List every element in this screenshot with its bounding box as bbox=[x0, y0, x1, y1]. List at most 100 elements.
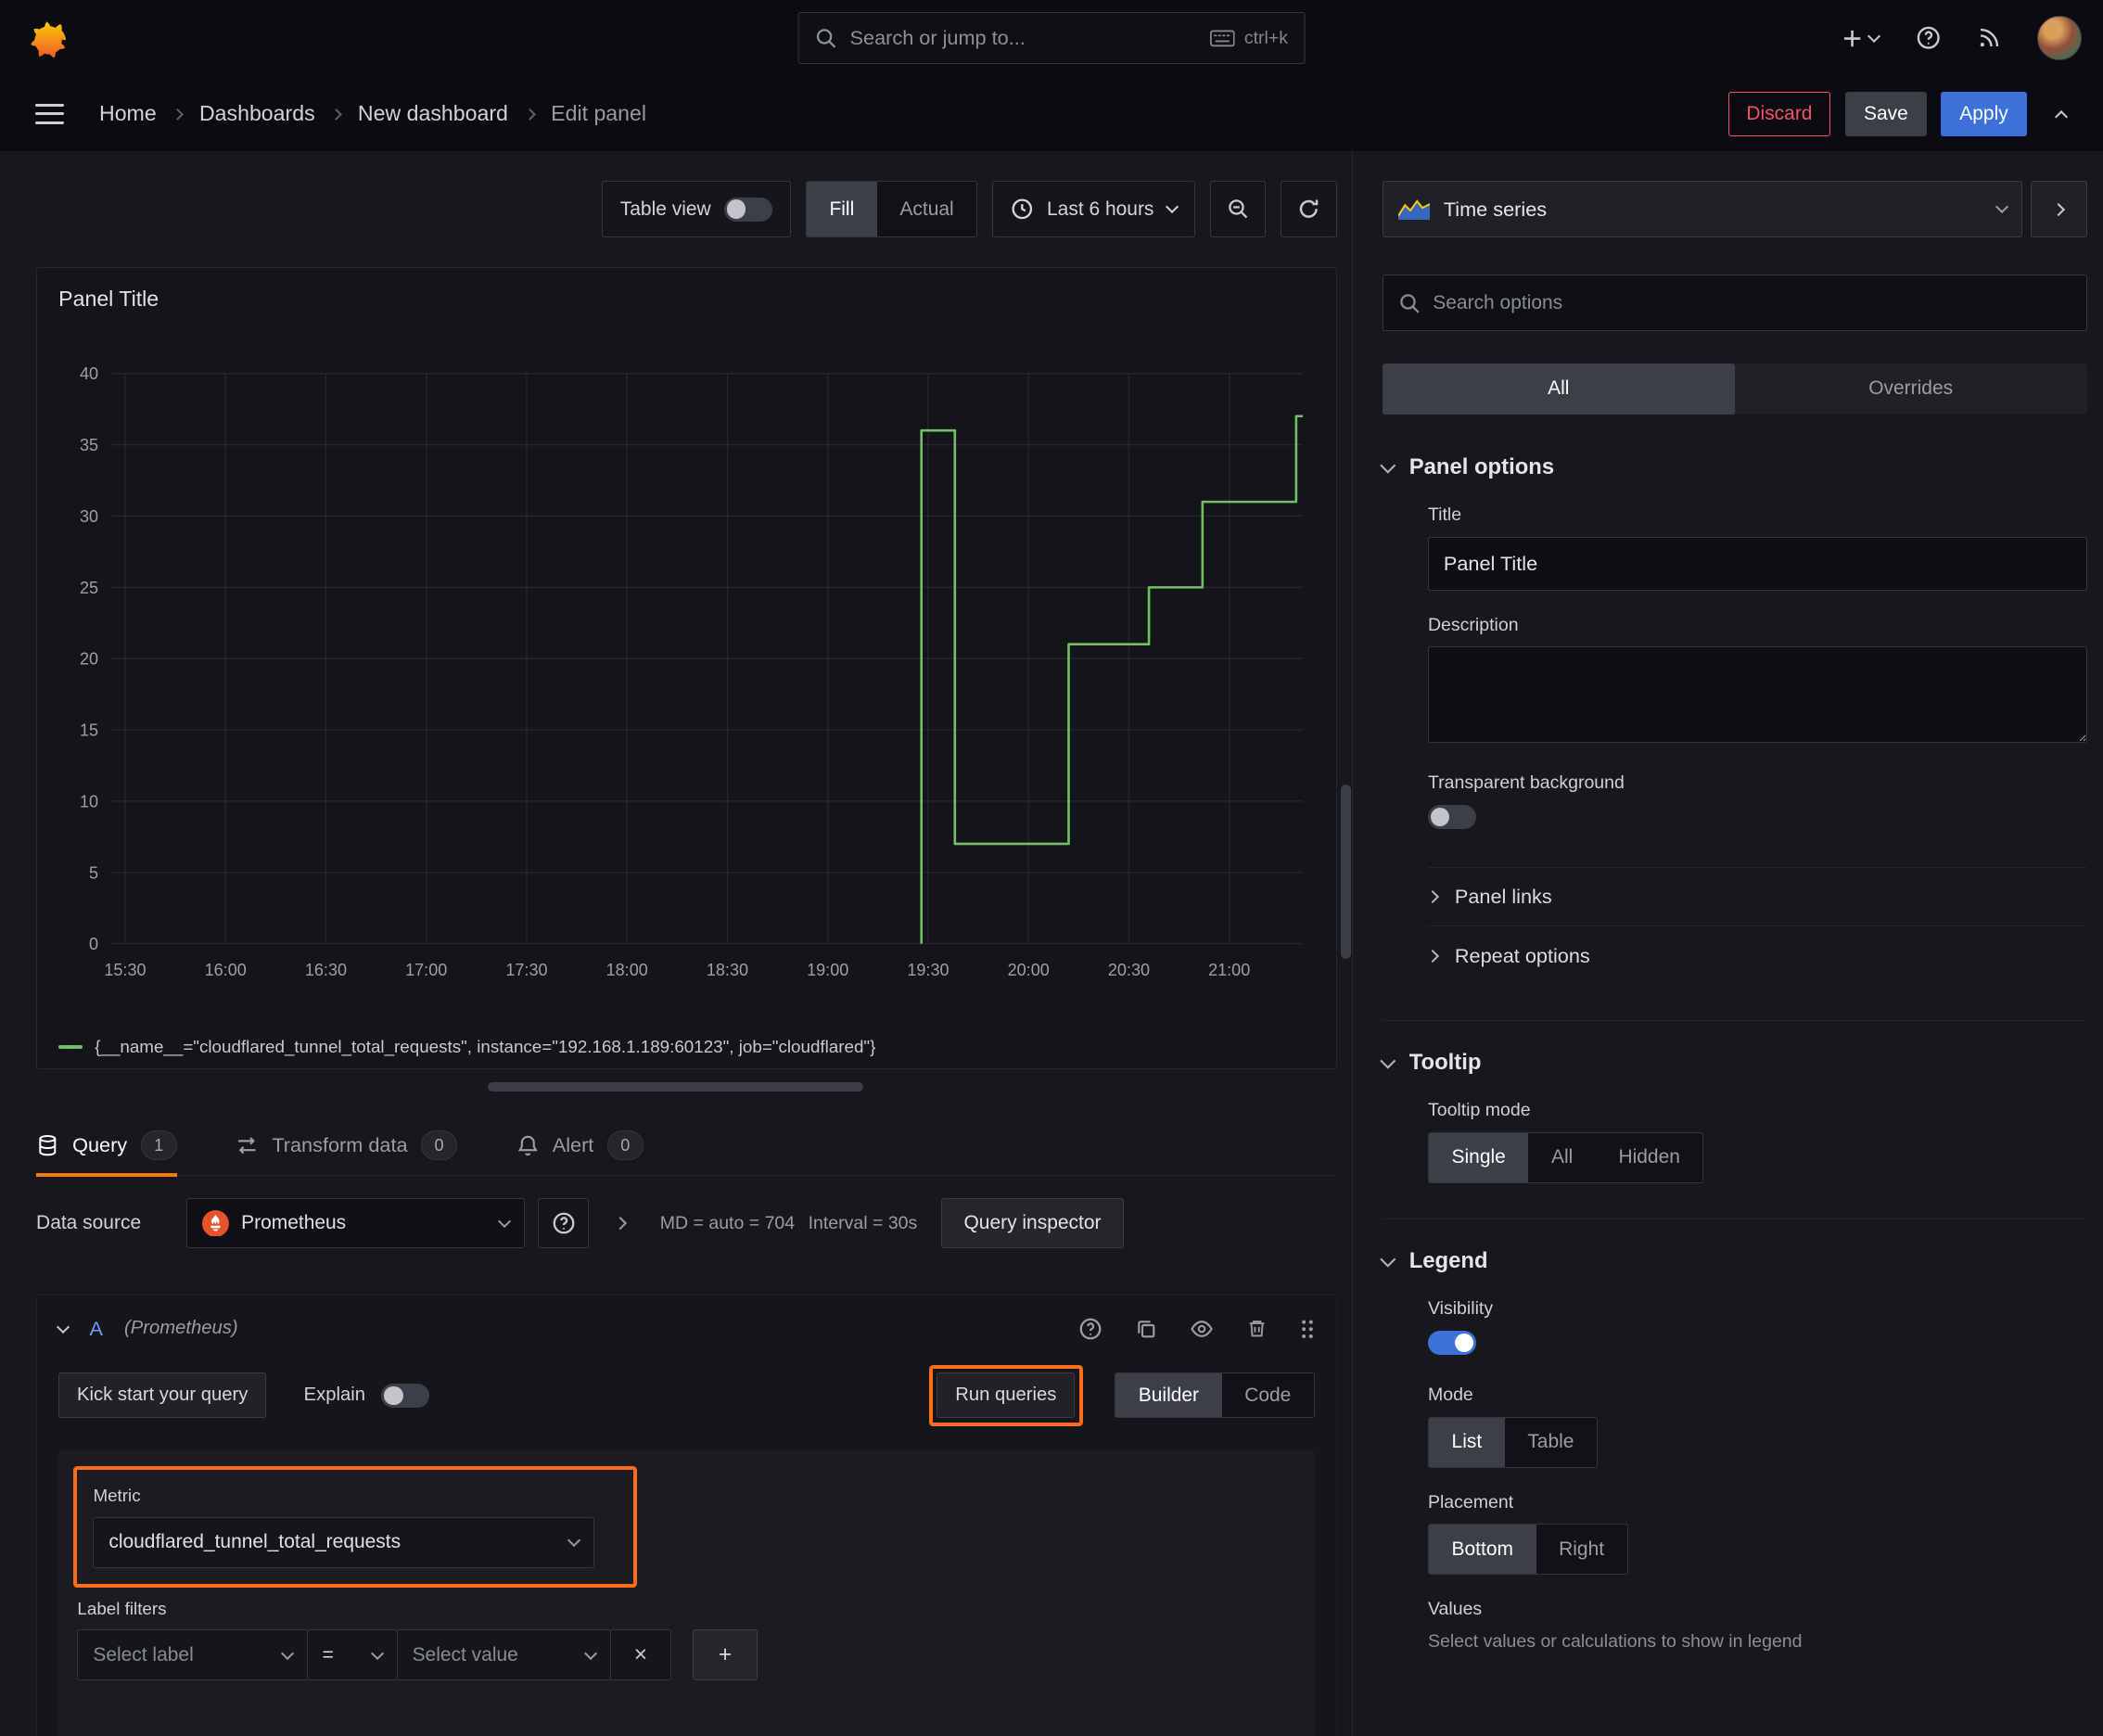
legend-header[interactable]: Legend bbox=[1380, 1248, 2087, 1274]
duplicate-query-button[interactable] bbox=[1135, 1318, 1158, 1341]
time-range-picker[interactable]: Last 6 hours bbox=[992, 181, 1195, 237]
search-input[interactable]: Search or jump to... ctrl+k bbox=[797, 12, 1306, 65]
topbar-actions bbox=[1842, 16, 2082, 61]
actual-option[interactable]: Actual bbox=[877, 182, 976, 236]
value-select-placeholder: Select value bbox=[412, 1643, 518, 1666]
tab-transform-data[interactable]: Transform data 0 bbox=[236, 1116, 458, 1175]
chevron-down-icon bbox=[370, 1646, 385, 1660]
run-queries-button[interactable]: Run queries bbox=[937, 1372, 1076, 1419]
time-series-chart[interactable]: 0 5 10 15 20 25 30 35 40 15:30 16:00 16:30 17:00 17:3… bbox=[53, 325, 1319, 995]
query-help-button[interactable] bbox=[1078, 1317, 1102, 1341]
fill-actual-segment: Fill Actual bbox=[805, 181, 978, 237]
editor-tabs: Query 1 Transform data 0 Alert 0 bbox=[36, 1116, 1338, 1178]
explain-toggle[interactable] bbox=[381, 1383, 430, 1408]
options-search-input[interactable] bbox=[1433, 291, 2071, 314]
builder-option[interactable]: Builder bbox=[1115, 1373, 1222, 1418]
drag-handle-icon[interactable] bbox=[1300, 1318, 1315, 1341]
datasource-picker[interactable]: Prometheus bbox=[186, 1197, 525, 1249]
svg-text:5: 5 bbox=[89, 864, 98, 883]
discard-button[interactable]: Discard bbox=[1727, 92, 1831, 136]
collapse-query-icon[interactable] bbox=[57, 1320, 70, 1334]
menu-toggle-button[interactable] bbox=[34, 104, 65, 124]
panel-resize-handle[interactable] bbox=[488, 1082, 864, 1092]
tooltip-mode-single[interactable]: Single bbox=[1428, 1133, 1529, 1182]
chart-legend[interactable]: {__name__="cloudflared_tunnel_total_requ… bbox=[53, 1037, 1319, 1057]
tab-alert[interactable]: Alert 0 bbox=[516, 1116, 644, 1175]
tab-overrides[interactable]: Overrides bbox=[1735, 364, 2087, 415]
table-view-control[interactable]: Table view bbox=[601, 181, 791, 237]
remove-filter-button[interactable]: × bbox=[609, 1629, 672, 1681]
header-actions: Discard Save Apply bbox=[1727, 92, 2082, 136]
panel-preview: Panel Title 0 5 10 15 20 25 30 35 40 15:30 16:00 16… bbox=[36, 266, 1338, 1069]
add-filter-button[interactable]: + bbox=[693, 1629, 758, 1681]
save-button[interactable]: Save bbox=[1845, 92, 1927, 136]
tooltip-mode-all[interactable]: All bbox=[1528, 1133, 1595, 1182]
breadcrumb-dashboards[interactable]: Dashboards bbox=[199, 101, 315, 126]
help-button[interactable] bbox=[1916, 25, 1941, 50]
visualization-row: Time series bbox=[1382, 181, 2087, 237]
legend-placement-bottom[interactable]: Bottom bbox=[1428, 1525, 1536, 1575]
label-select[interactable]: Select label bbox=[77, 1629, 309, 1681]
svg-text:20:30: 20:30 bbox=[1108, 962, 1150, 980]
chevron-down-icon bbox=[1380, 457, 1396, 474]
chevron-right-icon bbox=[523, 108, 536, 121]
vertical-scrollbar[interactable] bbox=[1341, 785, 1351, 960]
metric-select[interactable]: cloudflared_tunnel_total_requests bbox=[93, 1516, 595, 1568]
chevron-right-icon bbox=[330, 108, 342, 121]
grafana-logo[interactable] bbox=[21, 13, 78, 64]
tooltip-header[interactable]: Tooltip bbox=[1380, 1050, 2087, 1076]
legend-visibility-toggle[interactable] bbox=[1427, 1330, 1477, 1355]
plus-icon bbox=[1842, 28, 1863, 49]
value-select[interactable]: Select value bbox=[396, 1629, 612, 1681]
tab-query[interactable]: Query 1 bbox=[36, 1116, 177, 1178]
datasource-label: Data source bbox=[36, 1212, 142, 1233]
label-filters-label: Label filters bbox=[77, 1598, 167, 1618]
datasource-help-button[interactable] bbox=[538, 1197, 590, 1249]
code-option[interactable]: Code bbox=[1222, 1373, 1314, 1417]
svg-text:20: 20 bbox=[80, 650, 98, 669]
svg-text:18:00: 18:00 bbox=[606, 962, 648, 980]
tooltip-mode-hidden[interactable]: Hidden bbox=[1596, 1133, 1703, 1182]
label-select-placeholder: Select label bbox=[93, 1643, 194, 1666]
legend-mode-table[interactable]: Table bbox=[1505, 1418, 1597, 1467]
transparent-background-toggle[interactable] bbox=[1427, 805, 1477, 830]
collapse-header-button[interactable] bbox=[2041, 92, 2081, 136]
visualization-picker[interactable]: Time series bbox=[1382, 181, 2023, 237]
table-view-toggle[interactable] bbox=[724, 197, 773, 222]
apply-button[interactable]: Apply bbox=[1941, 92, 2027, 136]
kick-start-button[interactable]: Kick start your query bbox=[58, 1372, 267, 1419]
user-avatar[interactable] bbox=[2037, 16, 2082, 61]
transform-icon bbox=[236, 1134, 259, 1157]
breadcrumb-home[interactable]: Home bbox=[99, 101, 157, 126]
legend-values-hint: Select values or calculations to show in… bbox=[1427, 1630, 1803, 1652]
zoom-out-button[interactable] bbox=[1209, 181, 1267, 237]
breadcrumb-new-dashboard[interactable]: New dashboard bbox=[358, 101, 508, 126]
delete-query-button[interactable] bbox=[1246, 1318, 1268, 1339]
operator-select[interactable]: = bbox=[306, 1629, 399, 1681]
panel-title-input[interactable] bbox=[1427, 536, 2087, 591]
chevron-down-icon bbox=[1995, 200, 2009, 214]
collapse-options-pane-button[interactable] bbox=[2030, 181, 2087, 237]
repeat-options-section[interactable]: Repeat options bbox=[1425, 925, 2087, 985]
legend-mode-list[interactable]: List bbox=[1428, 1417, 1505, 1467]
search-shortcut: ctrl+k bbox=[1209, 28, 1288, 49]
options-search[interactable] bbox=[1382, 274, 2087, 332]
query-toolbar: Kick start your query Explain Run querie… bbox=[37, 1362, 1336, 1442]
page-header: Home Dashboards New dashboard Edit panel… bbox=[0, 76, 2103, 152]
news-button[interactable] bbox=[1977, 26, 2001, 50]
toggle-visibility-button[interactable] bbox=[1190, 1317, 1214, 1341]
panel-options-header[interactable]: Panel options bbox=[1380, 454, 2087, 480]
fill-option[interactable]: Fill bbox=[806, 182, 877, 236]
panel-links-section[interactable]: Panel links bbox=[1425, 866, 2087, 926]
chevron-down-icon bbox=[497, 1214, 511, 1228]
query-options-expand-button[interactable] bbox=[613, 1213, 628, 1233]
query-inspector-button[interactable]: Query inspector bbox=[941, 1197, 1124, 1249]
legend-placement-right[interactable]: Right bbox=[1536, 1525, 1627, 1574]
refresh-button[interactable] bbox=[1281, 181, 1338, 237]
query-a-header[interactable]: A (Prometheus) bbox=[37, 1296, 1336, 1362]
options-sidebar: Time series All Overrides Panel opt bbox=[1351, 151, 2103, 1736]
legend-values-label: Values bbox=[1427, 1599, 1483, 1620]
panel-description-input[interactable] bbox=[1427, 646, 2087, 744]
new-button[interactable] bbox=[1842, 28, 1881, 49]
tab-all[interactable]: All bbox=[1382, 363, 1735, 415]
